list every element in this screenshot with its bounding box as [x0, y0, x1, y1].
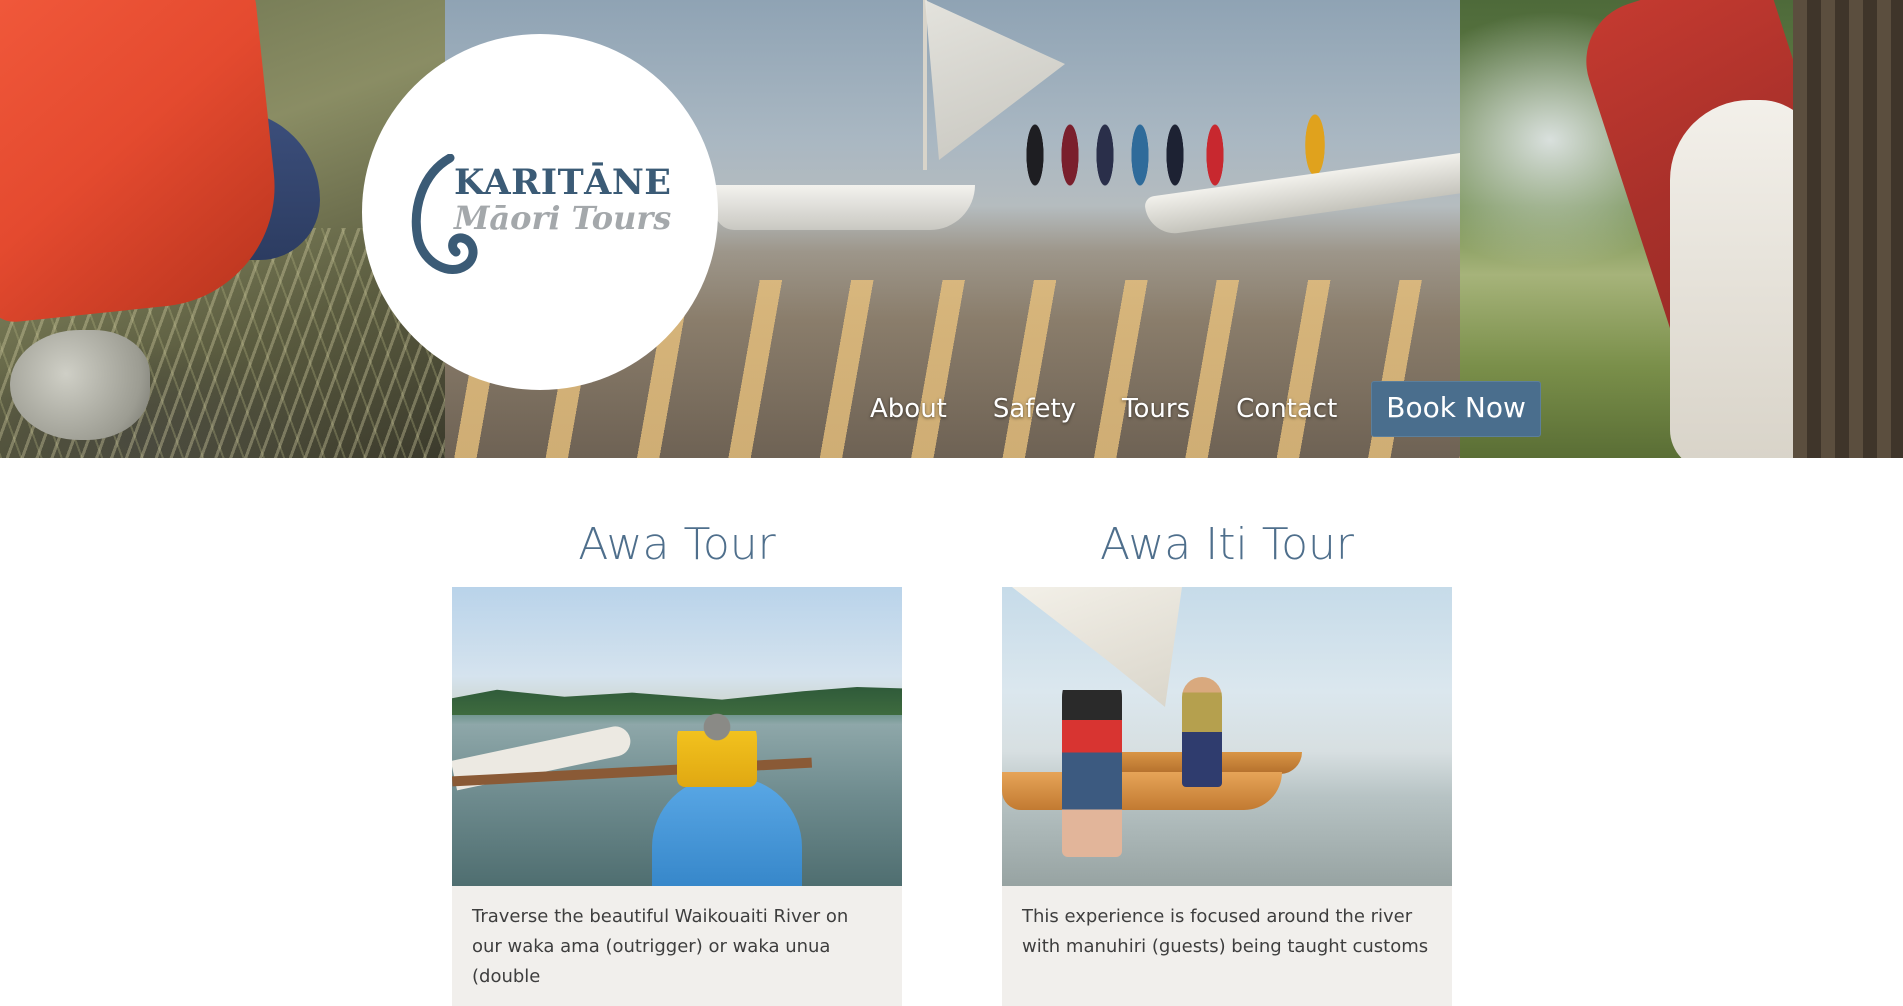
tour-photo[interactable] [1002, 587, 1452, 886]
hero-banner: KARITĀNE Māori Tours About Safety Tours … [0, 0, 1903, 458]
tour-description: Traverse the beautiful Waikouaiti River … [452, 886, 902, 1006]
main-nav: About Safety Tours Contact Book Now [870, 381, 1541, 437]
tour-title[interactable]: Awa Iti Tour [1002, 515, 1452, 587]
tour-description: This experience is focused around the ri… [1002, 886, 1452, 1006]
tour-card-awa-iti[interactable]: Awa Iti Tour This experience is focused … [1002, 515, 1452, 1006]
nav-link-safety[interactable]: Safety [993, 394, 1076, 424]
tour-card-awa[interactable]: Awa Tour Traverse the beautiful Waikouai… [452, 515, 902, 1006]
nav-link-tours[interactable]: Tours [1122, 394, 1190, 424]
book-now-button[interactable]: Book Now [1371, 381, 1541, 437]
nav-link-about[interactable]: About [870, 394, 947, 424]
site-logo[interactable]: KARITĀNE Māori Tours [362, 34, 718, 390]
tour-photo[interactable] [452, 587, 902, 886]
logo-subtitle: Māori Tours [454, 199, 672, 237]
nav-link-contact[interactable]: Contact [1236, 394, 1337, 424]
logo-title: KARITĀNE [454, 162, 672, 203]
tour-title[interactable]: Awa Tour [452, 515, 902, 587]
